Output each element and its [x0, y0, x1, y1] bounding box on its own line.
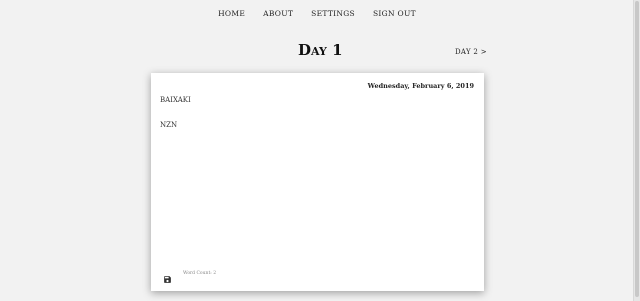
- entry-date: Wednesday, February 6, 2019: [367, 82, 474, 90]
- page: HOME ABOUT SETTINGS SIGN OUT Day 1 DAY 2…: [0, 0, 640, 301]
- journal-entry-card: Wednesday, February 6, 2019 BAIXAKI NZN …: [151, 73, 484, 291]
- scrollbar-thumb[interactable]: [635, 1, 639, 297]
- page-scrollbar[interactable]: [633, 0, 640, 301]
- save-icon[interactable]: [163, 269, 172, 283]
- nav-about[interactable]: ABOUT: [263, 9, 293, 18]
- page-title: Day 1: [298, 41, 343, 59]
- entry-footer: Word Count: 2: [163, 269, 217, 283]
- entry-line: NZN: [160, 121, 178, 129]
- entry-text-area[interactable]: BAIXAKI NZN: [160, 94, 474, 254]
- word-count: Word Count: 2: [183, 271, 217, 276]
- entry-line: BAIXAKI: [160, 96, 191, 104]
- nav-home[interactable]: HOME: [218, 9, 245, 18]
- nav-sign-out[interactable]: SIGN OUT: [373, 9, 416, 18]
- next-day-link[interactable]: DAY 2 >: [455, 48, 487, 56]
- top-nav: HOME ABOUT SETTINGS SIGN OUT: [0, 9, 634, 18]
- nav-settings[interactable]: SETTINGS: [311, 9, 355, 18]
